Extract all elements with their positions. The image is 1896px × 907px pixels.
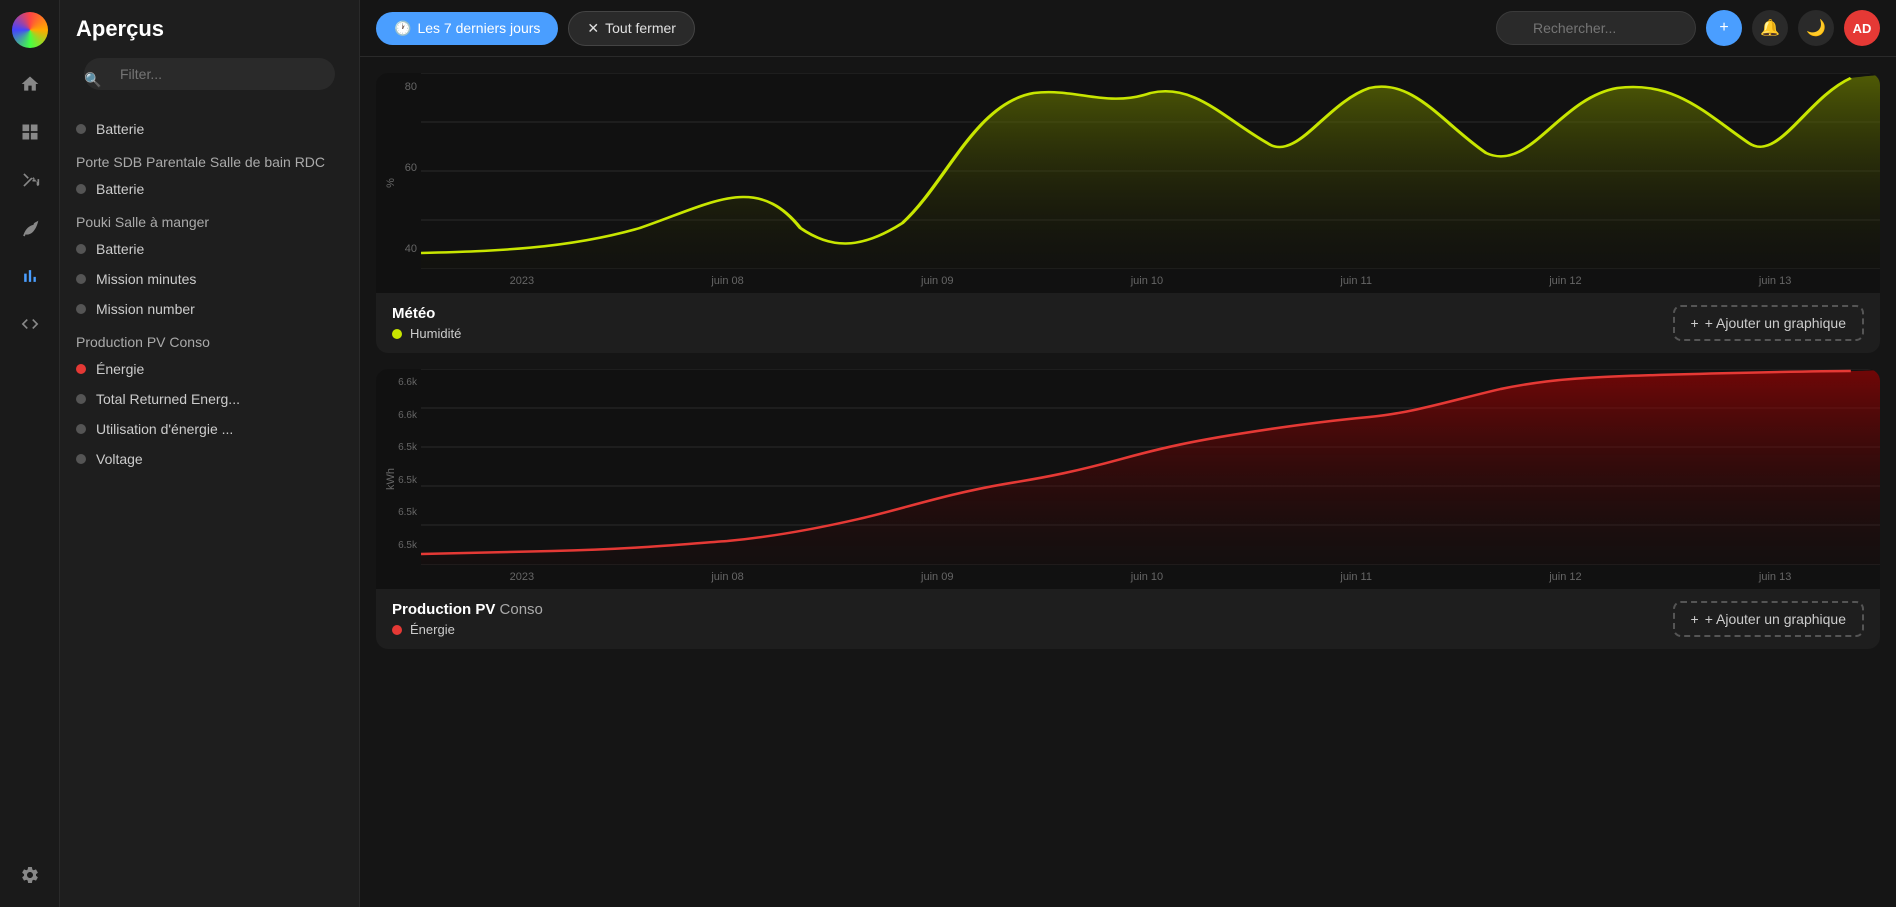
charts-area: 80 60 40 % — [360, 57, 1896, 907]
y-axis-production: 6.6k 6.6k 6.5k 6.5k 6.5k 6.5k — [376, 369, 421, 559]
list-item[interactable]: Voltage — [68, 444, 351, 474]
add-chart-button-meteo[interactable]: + + Ajouter un graphique — [1673, 305, 1864, 341]
plus-icon: + — [1719, 19, 1728, 37]
item-dot — [76, 454, 86, 464]
leaf-icon[interactable] — [10, 208, 50, 248]
moon-icon: 🌙 — [1806, 18, 1826, 38]
item-label: Batterie — [96, 181, 144, 197]
sidebar-group-title: Pouki Salle à manger — [68, 204, 351, 234]
sidebar-group-title: Porte SDB Parentale Salle de bain RDC — [68, 144, 351, 174]
item-label: Énergie — [96, 361, 144, 377]
sidebar-search-input[interactable] — [84, 58, 335, 90]
chart-title-meteo: Météo — [392, 305, 461, 322]
chart-svg-meteo: 80 60 40 % — [376, 73, 1880, 293]
chart-card-production: 6.6k 6.6k 6.5k 6.5k 6.5k 6.5k kWh — [376, 369, 1880, 649]
item-dot — [76, 244, 86, 254]
chart-legend-item: Humidité — [392, 326, 461, 341]
home-icon[interactable] — [10, 64, 50, 104]
clock-icon: 🕐 — [394, 20, 411, 37]
legend-dot — [392, 329, 402, 339]
user-initials: AD — [1853, 21, 1872, 36]
plus-icon: + — [1691, 611, 1699, 627]
group-subtitle: Salle de bain RDC — [210, 154, 325, 170]
topbar-search-input[interactable] — [1496, 11, 1696, 45]
list-item[interactable]: Batterie — [68, 114, 351, 144]
plus-icon: + — [1691, 315, 1699, 331]
chart-card-meteo: 80 60 40 % — [376, 73, 1880, 353]
y-axis-meteo: 80 60 40 — [376, 73, 421, 263]
chart-footer-production: Production PV Conso Énergie + + Ajouter … — [376, 589, 1880, 649]
item-dot — [76, 394, 86, 404]
add-chart-label: + Ajouter un graphique — [1705, 315, 1846, 331]
time-filter-label: Les 7 derniers jours — [417, 20, 540, 36]
item-label: Voltage — [96, 451, 143, 467]
list-item[interactable]: Énergie — [68, 354, 351, 384]
chart-legend-production: Production PV Conso Énergie — [392, 601, 543, 637]
theme-toggle-button[interactable]: 🌙 — [1798, 10, 1834, 46]
group-name: Production PV — [76, 334, 166, 350]
y-unit-production: kWh — [385, 468, 397, 490]
close-icon: ✕ — [587, 20, 599, 37]
item-dot — [76, 364, 86, 374]
main-area: 🕐 Les 7 derniers jours ✕ Tout fermer 🔍 +… — [360, 0, 1896, 907]
chart-title-suffix: Conso — [500, 601, 543, 618]
chart-title-production: Production PV Conso — [392, 601, 543, 618]
topbar: 🕐 Les 7 derniers jours ✕ Tout fermer 🔍 +… — [360, 0, 1896, 57]
item-label: Mission minutes — [96, 271, 196, 287]
sidebar-content: Batterie Porte SDB Parentale Salle de ba… — [60, 114, 359, 907]
group-subtitle: Salle à manger — [115, 214, 209, 230]
sidebar-group-title: Production PV Conso — [68, 324, 351, 354]
item-label: Batterie — [96, 121, 144, 137]
shuffle-icon[interactable] — [10, 160, 50, 200]
sidebar-title: Aperçus — [60, 0, 359, 58]
y-unit-meteo: % — [385, 178, 397, 188]
list-item[interactable]: Mission number — [68, 294, 351, 324]
item-dot — [76, 274, 86, 284]
close-all-label: Tout fermer — [605, 20, 676, 36]
add-chart-label: + Ajouter un graphique — [1705, 611, 1846, 627]
add-button[interactable]: + — [1706, 10, 1742, 46]
bell-icon: 🔔 — [1760, 18, 1780, 38]
item-label: Mission number — [96, 301, 195, 317]
code-icon[interactable] — [10, 304, 50, 344]
chart-legend-item: Énergie — [392, 622, 543, 637]
notifications-button[interactable]: 🔔 — [1752, 10, 1788, 46]
list-item[interactable]: Batterie — [68, 174, 351, 204]
item-dot — [76, 184, 86, 194]
x-axis-production: 2023 juin 08 juin 09 juin 10 juin 11 jui… — [421, 565, 1880, 589]
add-chart-button-production[interactable]: + + Ajouter un graphique — [1673, 601, 1864, 637]
list-item[interactable]: Mission minutes — [68, 264, 351, 294]
item-dot — [76, 124, 86, 134]
list-item[interactable]: Utilisation d'énergie ... — [68, 414, 351, 444]
item-dot — [76, 304, 86, 314]
chart-icon[interactable] — [10, 256, 50, 296]
icon-bar — [0, 0, 60, 907]
group-name: Pouki — [76, 214, 111, 230]
list-item[interactable]: Total Returned Energ... — [68, 384, 351, 414]
chart-svg-production: 6.6k 6.6k 6.5k 6.5k 6.5k 6.5k kWh — [376, 369, 1880, 589]
sidebar: Aperçus 🔍 Batterie Porte SDB Parentale S… — [60, 0, 360, 907]
item-label: Total Returned Energ... — [96, 391, 240, 407]
grid-icon[interactable] — [10, 112, 50, 152]
chart-legend-meteo: Météo Humidité — [392, 305, 461, 341]
item-label: Batterie — [96, 241, 144, 257]
chart-footer-meteo: Météo Humidité + + Ajouter un graphique — [376, 293, 1880, 353]
user-avatar-button[interactable]: AD — [1844, 10, 1880, 46]
app-logo — [12, 12, 48, 48]
sidebar-search-icon: 🔍 — [84, 72, 101, 89]
list-item[interactable]: Batterie — [68, 234, 351, 264]
legend-label: Énergie — [410, 622, 455, 637]
group-name: Porte SDB Parentale — [76, 154, 206, 170]
x-axis-meteo: 2023 juin 08 juin 09 juin 10 juin 11 jui… — [421, 269, 1880, 293]
chart-inner-meteo — [421, 73, 1880, 269]
legend-dot — [392, 625, 402, 635]
item-label: Utilisation d'énergie ... — [96, 421, 233, 437]
item-dot — [76, 424, 86, 434]
legend-label: Humidité — [410, 326, 461, 341]
chart-inner-production — [421, 369, 1880, 565]
close-all-button[interactable]: ✕ Tout fermer — [568, 11, 695, 46]
group-subtitle: Conso — [169, 334, 209, 350]
settings-icon[interactable] — [10, 855, 50, 895]
time-filter-button[interactable]: 🕐 Les 7 derniers jours — [376, 12, 558, 45]
